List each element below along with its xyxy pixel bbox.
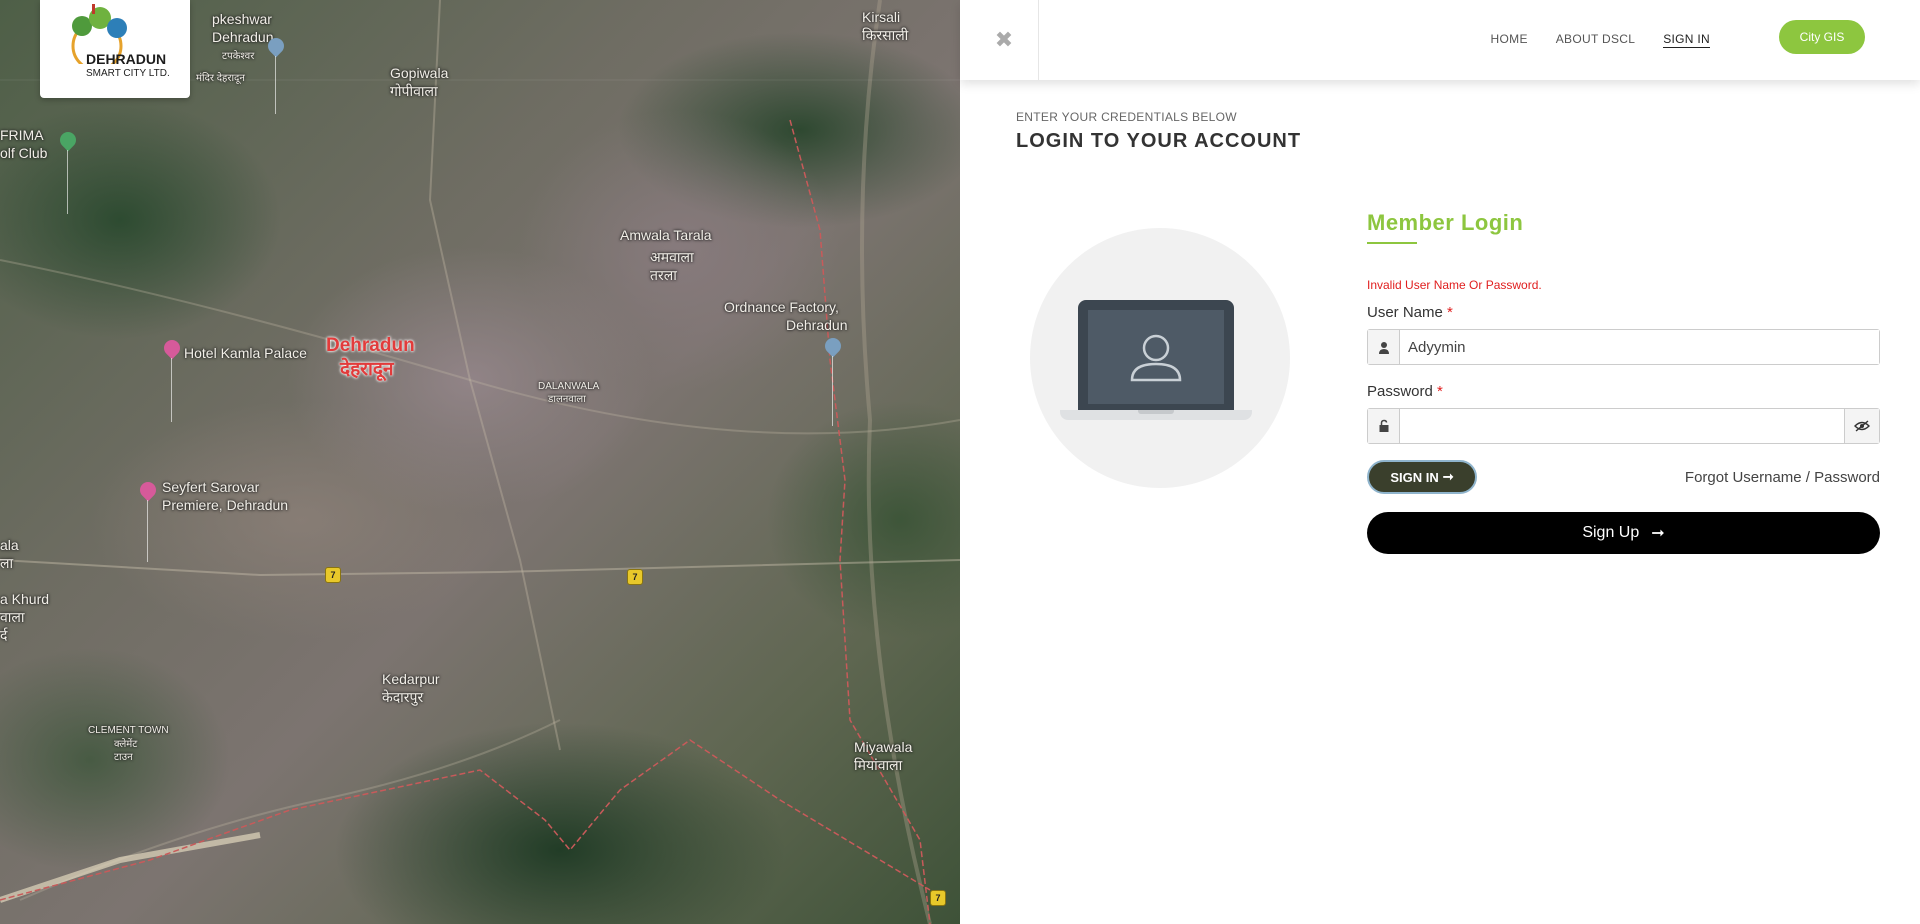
signin-button[interactable]: SIGN IN ➞ — [1367, 460, 1477, 494]
map-label-ala: ala ला — [0, 537, 19, 571]
forgot-password-link[interactable]: Forgot Username / Password — [1685, 469, 1880, 486]
navbar-divider — [1038, 0, 1039, 80]
logo-title: DEHRADUN — [86, 51, 167, 67]
map-label-tapkeshwar-hindi: टपकेश्वर — [222, 51, 255, 62]
map-label-dalanwala: DALANWALA डालनवाला — [538, 381, 600, 405]
page-title: LOGIN TO YOUR ACCOUNT — [1016, 130, 1302, 152]
dscl-logo[interactable]: DEHRADUN SMART CITY LTD. — [40, 0, 190, 98]
nav-signin-link[interactable]: SIGN IN — [1663, 32, 1710, 48]
username-group — [1367, 329, 1880, 365]
signup-button[interactable]: Sign Up ➞ — [1367, 512, 1880, 554]
highway-marker: 7 — [325, 567, 341, 583]
map-label-kirsali: Kirsali किरसाली — [862, 9, 909, 43]
map-pin-temple[interactable] — [264, 34, 288, 114]
map-pin-golf[interactable] — [56, 128, 80, 214]
satellite-map[interactable]: DEHRADUN SMART CITY LTD. pkeshwar Dehrad… — [0, 0, 960, 924]
close-icon[interactable]: ✖ — [992, 28, 1016, 52]
title-underline — [1367, 242, 1417, 244]
map-pin-hotel-kamla[interactable] — [160, 336, 184, 422]
member-login-title: Member Login — [1367, 210, 1524, 235]
laptop-icon — [1078, 300, 1234, 410]
map-label-clement-hindi: क्लेमेंट टाउन — [114, 739, 138, 763]
map-label-ordnance: Ordnance Factory, — [724, 299, 839, 315]
map-label-hotel-kamla: Hotel Kamla Palace — [184, 345, 307, 361]
map-label-amwala-hindi: अमवाला तरला — [650, 249, 694, 283]
map-label-clement-town: CLEMENT TOWN — [88, 725, 169, 736]
main-nav: HOME ABOUT DSCL SIGN IN — [1491, 32, 1710, 48]
map-roads — [0, 0, 960, 924]
map-label-khurd: a Khurd वाला र्द — [0, 591, 50, 643]
nav-home-link[interactable]: HOME — [1491, 32, 1528, 48]
form-actions: SIGN IN ➞ Forgot Username / Password — [1367, 460, 1880, 494]
map-label-miyawala: Miyawala मियांवाला — [854, 739, 913, 773]
credentials-subtitle: ENTER YOUR CREDENTIALS BELOW — [1016, 110, 1237, 124]
map-pin-ordnance[interactable] — [821, 334, 845, 426]
user-icon — [1130, 334, 1182, 382]
eye-slash-icon[interactable] — [1844, 409, 1879, 443]
arrow-right-icon: ➞ — [1442, 469, 1454, 484]
top-navbar: ✖ HOME ABOUT DSCL SIGN IN City GIS — [960, 0, 1920, 80]
user-icon — [1368, 330, 1400, 364]
login-illustration — [1030, 228, 1290, 488]
map-label-dehradun: Dehradun देहरादून — [326, 335, 415, 380]
map-label-tapkeshwar-hindi-2: मंदिर देहरादून — [196, 73, 245, 84]
logo-subtitle: SMART CITY LTD. — [86, 68, 170, 79]
arrow-right-icon: ➞ — [1651, 525, 1665, 542]
password-input[interactable] — [1400, 409, 1844, 443]
map-label-kedarpur: Kedarpur केदारपुर — [382, 671, 440, 705]
map-label-seyfert: Seyfert Sarovar Premiere, Dehradun — [162, 479, 289, 513]
map-label-ordnance-2: Dehradun — [786, 317, 848, 333]
laptop-notch — [1138, 410, 1174, 414]
password-label: Password * — [1367, 383, 1443, 400]
login-panel: ✖ HOME ABOUT DSCL SIGN IN City GIS ENTER… — [960, 0, 1920, 924]
map-label-tapkeshwar: pkeshwar Dehradun — [212, 11, 274, 45]
member-login-form: Member Login Invalid User Name Or Passwo… — [1367, 210, 1880, 554]
nav-about-link[interactable]: ABOUT DSCL — [1556, 32, 1635, 48]
error-message: Invalid User Name Or Password. — [1367, 278, 1542, 292]
username-input[interactable] — [1400, 330, 1879, 364]
map-pin-seyfert[interactable] — [136, 478, 160, 562]
city-gis-button[interactable]: City GIS — [1779, 20, 1865, 54]
map-label-gopiwala: Gopiwala गोपीवाला — [390, 65, 449, 99]
highway-marker: 7 — [627, 569, 643, 585]
lock-icon — [1368, 409, 1400, 443]
username-label: User Name * — [1367, 304, 1453, 321]
map-label-frima: FRIMA olf Club — [0, 127, 48, 161]
password-group — [1367, 408, 1880, 444]
map-label-amwala: Amwala Tarala — [620, 227, 712, 243]
highway-marker: 7 — [930, 890, 946, 906]
